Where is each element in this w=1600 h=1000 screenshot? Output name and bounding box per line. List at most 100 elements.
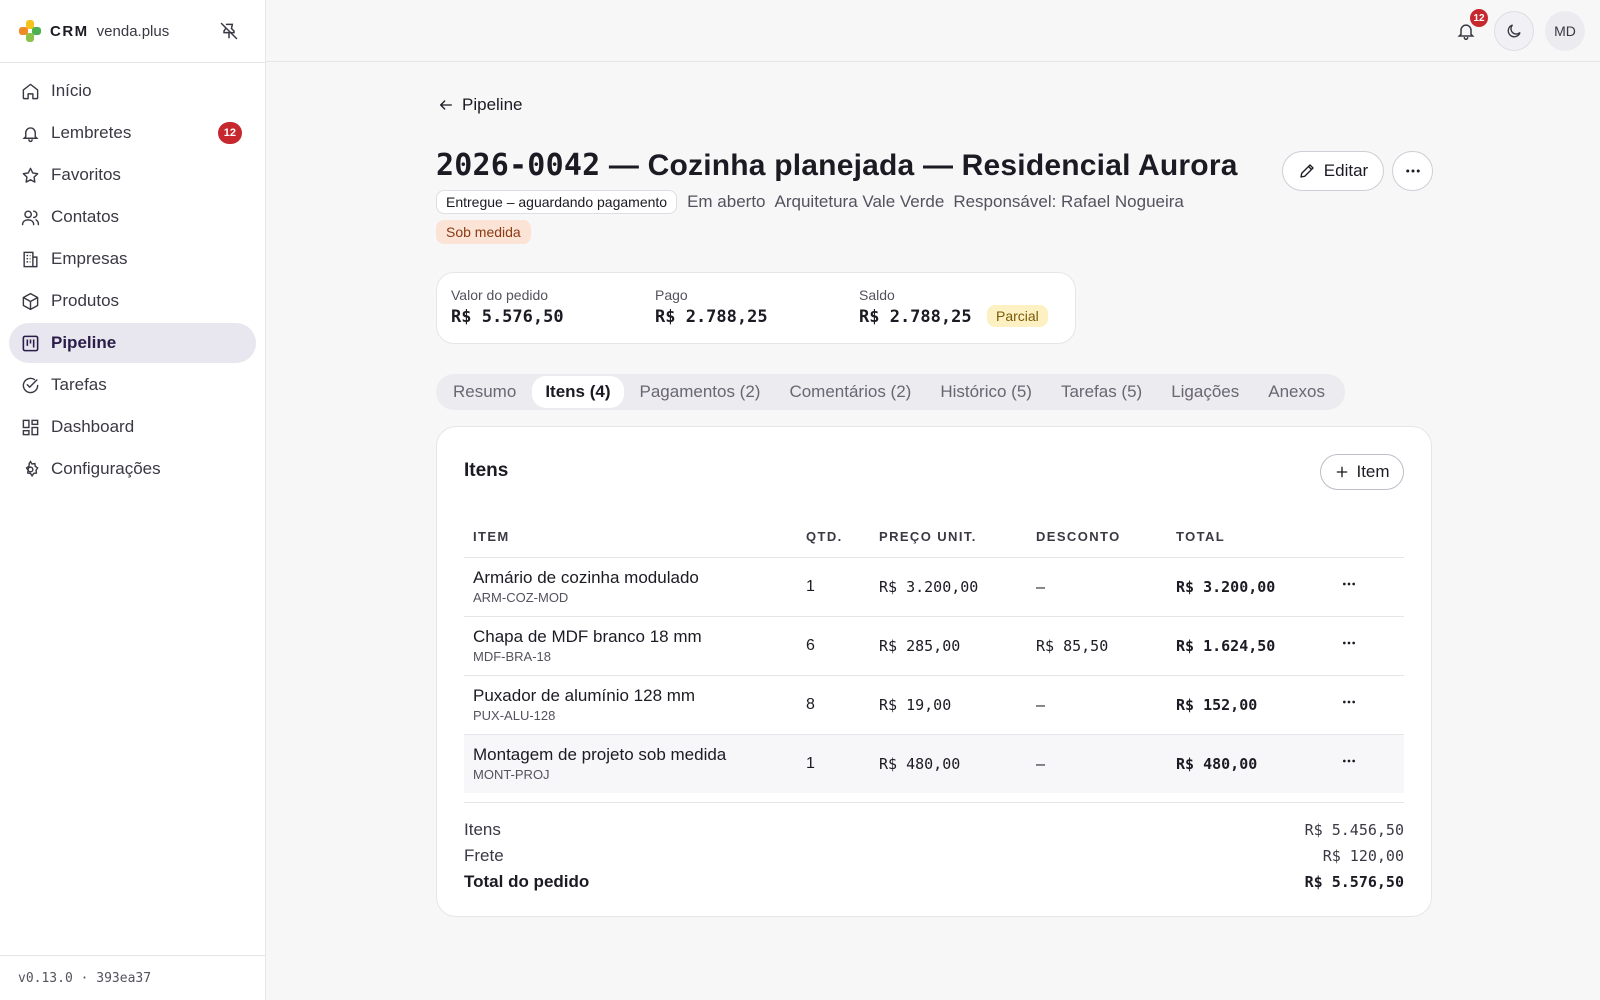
items-subtotal-label: Itens: [464, 820, 501, 839]
sidebar-item-empresas[interactable]: Empresas: [9, 239, 256, 279]
sidebar-item-tarefas[interactable]: Tarefas: [9, 365, 256, 405]
users-icon: [21, 209, 40, 225]
order-total-value: R$ 5.576,50: [1304, 873, 1404, 891]
more-actions-button[interactable]: [1392, 151, 1433, 191]
row-more-button[interactable]: [1341, 694, 1357, 710]
sidebar-item-lembretes[interactable]: Lembretes 12: [9, 113, 256, 153]
more-horizontal-icon: [1343, 582, 1355, 586]
check-circle-icon: [22, 377, 39, 393]
item-unit-price: R$ 3.200,00: [870, 557, 1027, 617]
item-sku: PUX-ALU-128: [473, 708, 556, 723]
main-content: Pipeline 2026-0042 — Cozinha planejada —…: [266, 62, 1600, 1000]
dashboard-icon: [22, 419, 39, 435]
sidebar-item-favoritos[interactable]: Favoritos: [9, 155, 256, 195]
item-cell: Armário de cozinha modulado ARM-COZ-MOD: [464, 557, 797, 617]
item-sku: ARM-COZ-MOD: [473, 590, 569, 605]
deal-title: — Cozinha planejada — Residencial Aurora: [600, 149, 1238, 182]
item-total: R$ 480,00: [1167, 734, 1332, 793]
order-totals: Itens R$ 5.456,50 Frete R$ 120,00 Total …: [464, 802, 1404, 895]
item-discount: —: [1027, 675, 1167, 735]
items-subtotal-row: Itens R$ 5.456,50: [464, 817, 1404, 843]
notifications-button[interactable]: 12: [1452, 9, 1488, 45]
deal-company: Arquitetura Vale Verde: [774, 192, 945, 211]
order-summary: Valor do pedido R$ 5.576,50 Pago R$ 2.78…: [436, 272, 1076, 344]
avatar[interactable]: MD: [1545, 11, 1585, 51]
row-more-button[interactable]: [1341, 576, 1357, 592]
detail-tabs: Resumo Itens (4) Pagamentos (2) Comentár…: [436, 374, 1345, 410]
sidebar-item-configuracoes[interactable]: Configurações: [9, 449, 256, 489]
item-discount: —: [1027, 557, 1167, 617]
home-icon: [22, 83, 39, 99]
column-header-unit-price: PREÇO UNIT.: [870, 517, 1027, 558]
paid-value: R$ 2.788,25: [655, 307, 768, 327]
tab-resumo[interactable]: Resumo: [440, 376, 529, 408]
sidebar-item-label: Dashboard: [51, 417, 135, 436]
tab-comentarios[interactable]: Comentários (2): [776, 376, 924, 408]
edit-button[interactable]: Editar: [1282, 151, 1384, 191]
pin-off-button[interactable]: [217, 19, 241, 43]
table-row: Armário de cozinha modulado ARM-COZ-MOD …: [464, 557, 1404, 617]
sidebar-item-inicio[interactable]: Início: [9, 71, 256, 111]
order-value-label: Valor do pedido: [451, 287, 549, 303]
notifications-badge: 12: [1470, 9, 1488, 27]
partial-badge: Parcial: [987, 305, 1048, 327]
row-more-button[interactable]: [1341, 753, 1357, 769]
brand-name: venda.plus: [96, 22, 170, 40]
more-horizontal-icon: [1343, 641, 1355, 645]
edit-label: Editar: [1323, 161, 1369, 180]
arrow-left-icon: [439, 100, 452, 110]
freight-row: Frete R$ 120,00: [464, 843, 1404, 869]
sidebar-item-label: Lembretes: [51, 123, 132, 142]
reminders-count-badge: 12: [217, 122, 242, 144]
item-qty: 1: [797, 557, 870, 617]
theme-toggle-button[interactable]: [1494, 11, 1534, 51]
more-horizontal-icon: [1343, 700, 1355, 704]
sidebar: CRM venda.plus Início Lembretes 12 Favor…: [0, 0, 266, 1000]
order-value-block: Valor do pedido R$ 5.576,50: [451, 287, 564, 327]
table-row: Puxador de alumínio 128 mm PUX-ALU-128 8…: [464, 675, 1404, 735]
row-more-button[interactable]: [1341, 635, 1357, 651]
pin-off-icon: [220, 22, 238, 40]
sidebar-item-contatos[interactable]: Contatos: [9, 197, 256, 237]
custom-tag: Sob medida: [436, 220, 531, 244]
item-cell: Montagem de projeto sob medida MONT-PROJ: [464, 734, 797, 793]
item-total: R$ 3.200,00: [1167, 557, 1332, 617]
sidebar-item-pipeline[interactable]: Pipeline: [9, 323, 256, 363]
balance-block: Saldo R$ 2.788,25 Parcial: [859, 287, 1069, 327]
topbar: 12 MD: [266, 0, 1600, 62]
tab-itens[interactable]: Itens (4): [532, 376, 624, 408]
star-icon: [22, 167, 39, 183]
item-cell: Chapa de MDF branco 18 mm MDF-BRA-18: [464, 616, 797, 676]
paid-block: Pago R$ 2.788,25: [655, 287, 768, 327]
item-name: Armário de cozinha modulado: [473, 568, 699, 587]
item-qty: 1: [797, 734, 870, 793]
row-actions-cell: [1332, 557, 1404, 617]
item-total: R$ 152,00: [1167, 675, 1332, 735]
column-header-total: TOTAL: [1167, 517, 1332, 558]
gear-icon: [25, 459, 39, 477]
add-item-label: Item: [1356, 462, 1390, 481]
logo-icon: [19, 20, 41, 42]
column-header-actions: [1332, 517, 1404, 558]
back-to-pipeline-link[interactable]: Pipeline: [438, 95, 523, 115]
sidebar-item-label: Pipeline: [51, 333, 117, 352]
sidebar-item-dashboard[interactable]: Dashboard: [9, 407, 256, 447]
tab-tarefas[interactable]: Tarefas (5): [1048, 376, 1155, 408]
table-row: Chapa de MDF branco 18 mm MDF-BRA-18 6 R…: [464, 616, 1404, 676]
tab-historico[interactable]: Histórico (5): [927, 376, 1045, 408]
more-horizontal-icon: [1343, 759, 1355, 763]
sidebar-item-produtos[interactable]: Produtos: [9, 281, 256, 321]
sidebar-item-label: Configurações: [51, 459, 161, 478]
tab-anexos[interactable]: Anexos: [1255, 376, 1338, 408]
items-subtotal-value: R$ 5.456,50: [1304, 821, 1404, 839]
row-actions-cell: [1332, 616, 1404, 676]
bell-icon: [22, 126, 39, 142]
page-title: 2026-0042 — Cozinha planejada — Residenc…: [436, 148, 1238, 183]
item-qty: 6: [797, 616, 870, 676]
tab-pagamentos[interactable]: Pagamentos (2): [627, 376, 774, 408]
tab-ligacoes[interactable]: Ligações: [1158, 376, 1252, 408]
back-label: Pipeline: [462, 95, 523, 114]
deal-code: 2026-0042: [436, 148, 601, 183]
item-cell: Puxador de alumínio 128 mm PUX-ALU-128: [464, 675, 797, 735]
add-item-button[interactable]: Item: [1320, 454, 1404, 490]
